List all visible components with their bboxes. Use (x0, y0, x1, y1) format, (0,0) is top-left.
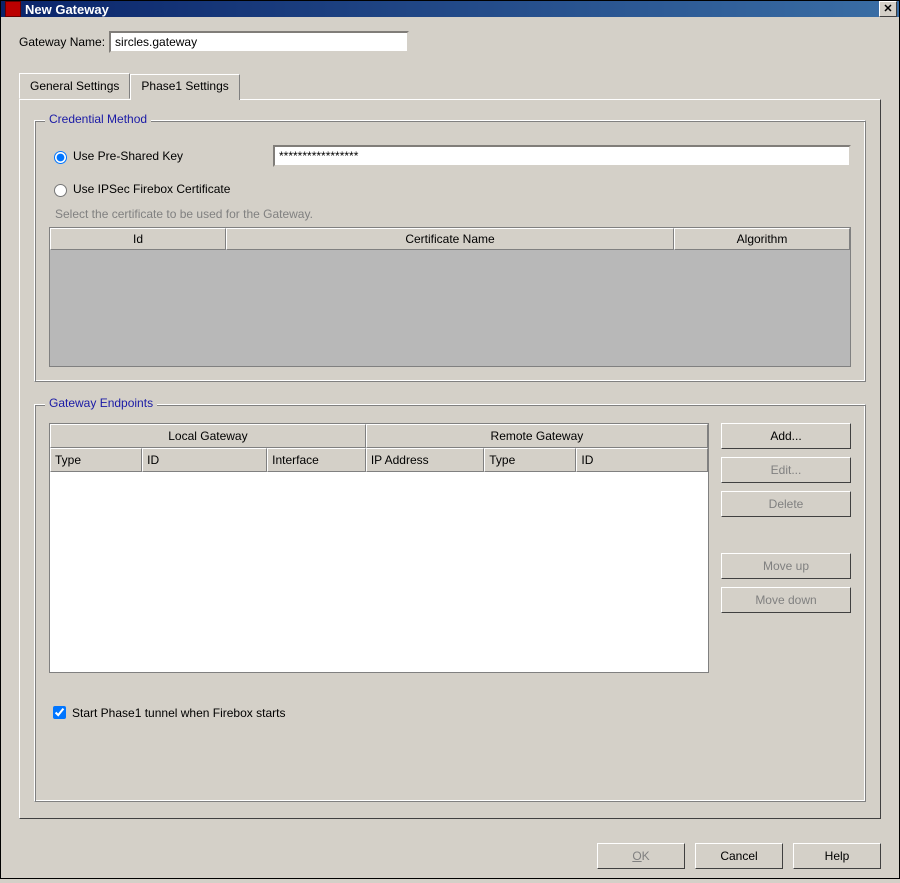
button-spacer (721, 525, 851, 545)
ep-col-type[interactable]: Type (50, 448, 142, 472)
endpoints-group-header: Local Gateway Remote Gateway (50, 424, 708, 448)
start-tunnel-row: Start Phase1 tunnel when Firebox starts (49, 703, 851, 722)
ep-col-ip[interactable]: IP Address (366, 448, 484, 472)
tab-phase1-settings[interactable]: Phase1 Settings (130, 74, 239, 100)
ok-rest: K (642, 849, 650, 863)
ep-col-rid[interactable]: ID (576, 448, 708, 472)
cert-col-id[interactable]: Id (50, 228, 226, 250)
start-tunnel-label: Start Phase1 tunnel when Firebox starts (72, 706, 285, 720)
cert-table-body (50, 250, 850, 366)
move-down-button[interactable]: Move down (721, 587, 851, 613)
endpoints-buttons: Add... Edit... Delete Move up Move down (721, 423, 851, 673)
edit-button[interactable]: Edit... (721, 457, 851, 483)
tab-strip: General Settings Phase1 Settings (19, 73, 881, 99)
credential-method-group: Credential Method Use Pre-Shared Key Use… (34, 120, 866, 382)
psk-input[interactable] (273, 145, 851, 167)
cert-radio[interactable] (54, 184, 67, 197)
cert-col-name[interactable]: Certificate Name (226, 228, 674, 250)
ep-col-id[interactable]: ID (142, 448, 267, 472)
cert-table-header: Id Certificate Name Algorithm (50, 228, 850, 250)
ok-button[interactable]: OK (597, 843, 685, 869)
cert-col-algo[interactable]: Algorithm (674, 228, 850, 250)
cancel-button[interactable]: Cancel (695, 843, 783, 869)
cert-radio-row: Use IPSec Firebox Certificate (49, 181, 851, 197)
endpoints-table-body (50, 472, 708, 670)
psk-radio-row: Use Pre-Shared Key (49, 145, 851, 167)
cert-hint: Select the certificate to be used for th… (55, 207, 851, 221)
ep-col-iface[interactable]: Interface (267, 448, 366, 472)
ok-underline: O (632, 849, 641, 863)
cert-table: Id Certificate Name Algorithm (49, 227, 851, 367)
credential-method-legend: Credential Method (45, 112, 151, 126)
endpoints-col-header: Type ID Interface IP Address Type ID (50, 448, 708, 472)
endpoints-table: Local Gateway Remote Gateway Type ID Int… (49, 423, 709, 673)
dialog-buttons: OK Cancel Help (1, 829, 899, 883)
endpoints-inner: Local Gateway Remote Gateway Type ID Int… (49, 423, 851, 673)
endpoints-local-header[interactable]: Local Gateway (50, 424, 366, 448)
cert-radio-label: Use IPSec Firebox Certificate (73, 182, 230, 196)
titlebar: New Gateway ✕ (1, 1, 899, 17)
move-up-button[interactable]: Move up (721, 553, 851, 579)
dialog-window: New Gateway ✕ Gateway Name: General Sett… (0, 0, 900, 879)
gateway-name-label: Gateway Name: (19, 35, 105, 49)
close-icon[interactable]: ✕ (879, 1, 897, 17)
gateway-name-row: Gateway Name: (19, 31, 881, 53)
gateway-endpoints-legend: Gateway Endpoints (45, 396, 157, 410)
psk-radio-label: Use Pre-Shared Key (73, 149, 243, 163)
dialog-content: Gateway Name: General Settings Phase1 Se… (1, 17, 899, 829)
start-tunnel-checkbox[interactable] (53, 706, 66, 719)
tab-panel-general: Credential Method Use Pre-Shared Key Use… (19, 99, 881, 819)
psk-radio[interactable] (54, 151, 67, 164)
gateway-endpoints-group: Gateway Endpoints Local Gateway Remote G… (34, 404, 866, 802)
tabs: General Settings Phase1 Settings Credent… (19, 73, 881, 819)
tab-general-settings[interactable]: General Settings (19, 73, 130, 99)
delete-button[interactable]: Delete (721, 491, 851, 517)
add-button[interactable]: Add... (721, 423, 851, 449)
gateway-name-input[interactable] (109, 31, 409, 53)
help-button[interactable]: Help (793, 843, 881, 869)
app-icon (5, 1, 21, 17)
endpoints-remote-header[interactable]: Remote Gateway (366, 424, 708, 448)
ep-col-rtype[interactable]: Type (484, 448, 576, 472)
window-title: New Gateway (25, 2, 879, 17)
